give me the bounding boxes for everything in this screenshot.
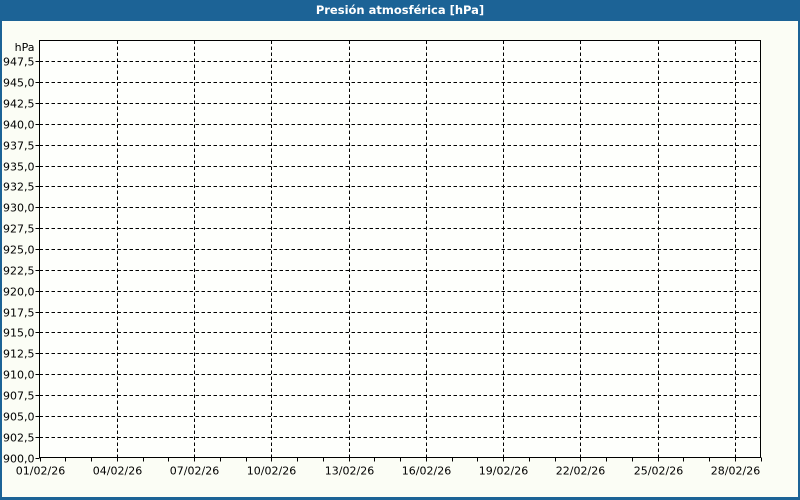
y-axis-unit-label: hPa — [15, 41, 35, 54]
axis-tick-label: 22/02/26 — [556, 465, 605, 478]
axis-tick-label: 937,5 — [3, 140, 35, 153]
chart-title: Presión atmosférica [hPa] — [315, 3, 485, 17]
axis-tick-label: 902,5 — [3, 432, 35, 445]
axis-tick-label: 935,0 — [3, 161, 35, 174]
axis-tick-label: 942,5 — [3, 98, 35, 111]
axis-tick-label: 932,5 — [3, 181, 35, 194]
pressure-chart-plot: 947,5 945,0 942,5 940,0 937,5 935,0 932,5 930,0… — [3, 40, 762, 478]
axis-tick-label: 01/02/26 — [16, 465, 65, 478]
axis-tick-label: 28/02/26 — [711, 465, 760, 478]
axis-tick-label: 925,0 — [3, 244, 35, 257]
axis-tick-label: 910,0 — [3, 369, 35, 382]
axis-tick-label: 16/02/26 — [402, 465, 451, 478]
axis-tick-label: 945,0 — [3, 77, 35, 90]
chart-area: 947,5 945,0 942,5 940,0 937,5 935,0 932,5 930,0… — [2, 21, 798, 497]
axis-tick-label: 25/02/26 — [634, 465, 683, 478]
axis-tick-label: 905,0 — [3, 411, 35, 424]
axis-tick-label: 917,5 — [3, 307, 35, 320]
chart-window: Presión atmosférica [hPa] 947,5 945,0 942,… — [0, 0, 800, 500]
axis-tick-label: 915,0 — [3, 327, 35, 340]
axis-tick-label: 922,5 — [3, 265, 35, 278]
axis-tick-label: 940,0 — [3, 119, 35, 132]
axis-tick-label: 920,0 — [3, 286, 35, 299]
axis-tick-label: 13/02/26 — [325, 465, 374, 478]
axis-tick-label: 930,0 — [3, 202, 35, 215]
axis-tick-label: 07/02/26 — [170, 465, 219, 478]
axis-tick-label: 947,5 — [3, 56, 35, 69]
axis-tick-label: 19/02/26 — [479, 465, 528, 478]
axis-tick-label: 907,5 — [3, 390, 35, 403]
axis-tick-label: 912,5 — [3, 348, 35, 361]
axis-tick-label: 10/02/26 — [247, 465, 296, 478]
chart-title-bar: Presión atmosférica [hPa] — [0, 0, 800, 21]
axis-tick-label: 04/02/26 — [93, 465, 142, 478]
axis-tick-label: 927,5 — [3, 223, 35, 236]
